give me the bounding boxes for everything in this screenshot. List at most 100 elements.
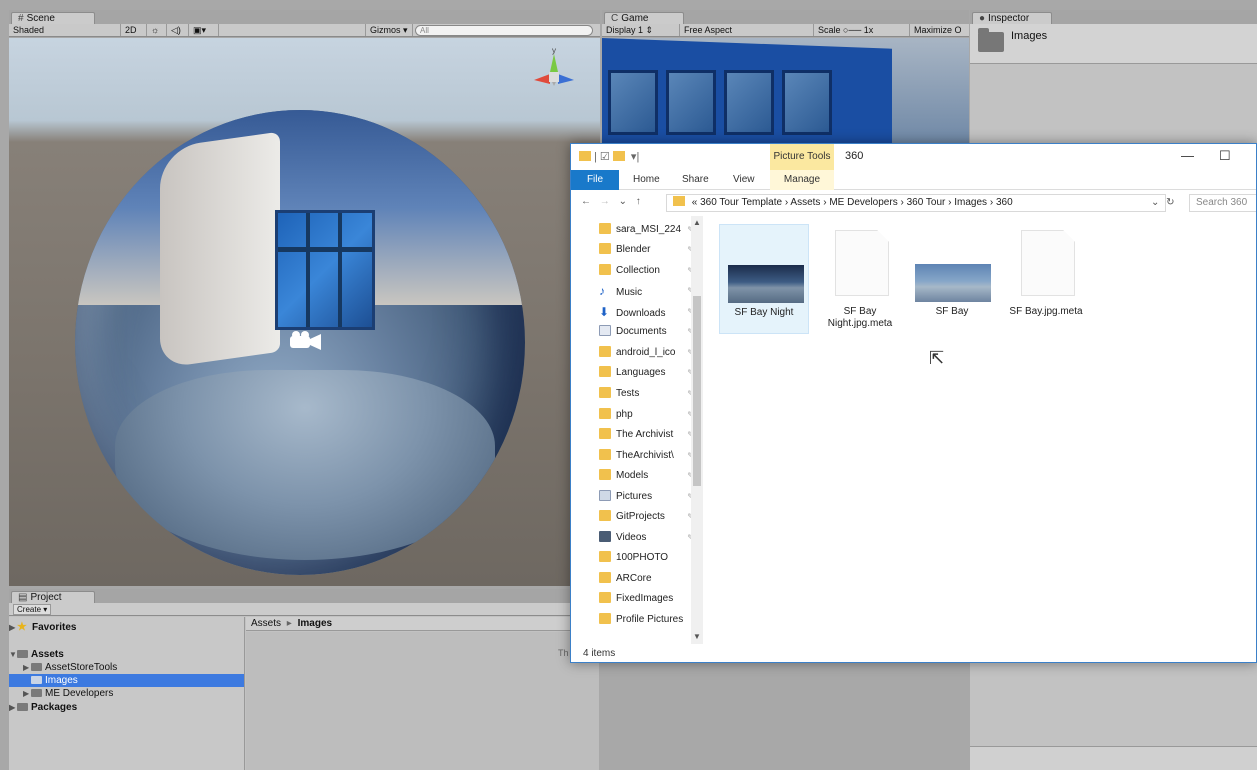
nav-item[interactable]: FixedImages bbox=[599, 589, 694, 609]
mode-2d-button[interactable]: 2D bbox=[121, 24, 147, 36]
nav-item[interactable]: ARCore bbox=[599, 569, 694, 589]
nav-item[interactable]: Documents✎ bbox=[599, 322, 694, 342]
refresh-icon[interactable]: ↻ bbox=[1166, 197, 1174, 208]
properties-icon[interactable]: ☑ bbox=[600, 151, 610, 163]
create-button[interactable]: Create ▾ bbox=[13, 604, 52, 615]
address-part[interactable]: ME Developers bbox=[829, 197, 897, 208]
recent-locations-icon[interactable]: ⌄ bbox=[619, 196, 627, 207]
scroll-thumb[interactable] bbox=[693, 296, 701, 486]
nav-item[interactable]: Models✎ bbox=[599, 466, 694, 486]
address-part[interactable]: 360 Tour Template bbox=[700, 197, 782, 208]
collapse-arrow-icon[interactable]: ▼ bbox=[9, 648, 17, 661]
nav-item[interactable]: ♪Music✎ bbox=[599, 281, 694, 301]
scale-slider[interactable]: Scale ○── 1x bbox=[814, 24, 910, 36]
expand-arrow-icon[interactable]: ▶ bbox=[23, 687, 31, 700]
aspect-label: Free Aspect bbox=[684, 25, 733, 35]
nav-item[interactable]: Profile Pictures bbox=[599, 610, 694, 630]
scene-orientation-gizmo[interactable]: y bbox=[524, 46, 584, 106]
nav-item[interactable]: Videos✎ bbox=[599, 528, 694, 548]
breadcrumb-current[interactable]: Images bbox=[298, 618, 332, 629]
file-item-sf-bay-night[interactable]: SF Bay Night bbox=[719, 224, 809, 334]
ribbon-tab-view[interactable]: View bbox=[733, 170, 755, 190]
qat-dropdown-icon[interactable]: ▾ bbox=[631, 151, 637, 163]
nav-item[interactable]: android_l_ico✎ bbox=[599, 343, 694, 363]
scroll-up-icon[interactable]: ▲ bbox=[693, 218, 701, 227]
expand-arrow-icon[interactable]: ▶ bbox=[9, 621, 17, 634]
address-part[interactable]: Assets bbox=[790, 197, 820, 208]
nav-item[interactable]: Tests✎ bbox=[599, 384, 694, 404]
nav-item[interactable]: TheArchivist\✎ bbox=[599, 446, 694, 466]
quick-access-toolbar[interactable]: | ☑ ▾| bbox=[579, 150, 639, 163]
game-viewport[interactable] bbox=[602, 38, 969, 145]
breadcrumb-root[interactable]: Assets bbox=[251, 618, 281, 629]
nav-item[interactable]: php✎ bbox=[599, 405, 694, 425]
tab-inspector[interactable]: ● Inspector bbox=[972, 12, 1052, 24]
address-part[interactable]: Images bbox=[954, 197, 987, 208]
maximize-label: Maximize O bbox=[914, 25, 962, 35]
tree-item-assetstoretools[interactable]: ▶ AssetStoreTools bbox=[9, 661, 244, 674]
file-item-sf-bay-night-meta[interactable]: SF Bay Night.jpg.meta bbox=[815, 224, 905, 334]
address-part[interactable]: 360 bbox=[996, 197, 1013, 208]
search-input[interactable]: Search 360 bbox=[1189, 194, 1256, 212]
back-icon[interactable]: ← bbox=[581, 196, 591, 207]
nav-item[interactable]: 100PHOTO bbox=[599, 548, 694, 568]
camera-icon[interactable] bbox=[289, 330, 321, 352]
address-bar[interactable]: « 360 Tour Template › Assets › ME Develo… bbox=[666, 194, 1166, 212]
tree-item-me-developers[interactable]: ▶ ME Developers bbox=[9, 687, 244, 700]
display-dropdown[interactable]: Display 1 ⇕ bbox=[602, 24, 680, 36]
up-icon[interactable]: ↑ bbox=[636, 196, 641, 207]
nav-item[interactable]: Languages✎ bbox=[599, 363, 694, 383]
nav-item[interactable]: Collection✎ bbox=[599, 261, 694, 281]
nav-scrollbar[interactable]: ▲ ▼ bbox=[691, 216, 703, 644]
address-overflow[interactable]: « bbox=[692, 197, 698, 208]
file-item-sf-bay-meta[interactable]: SF Bay.jpg.meta bbox=[1001, 224, 1091, 334]
project-breadcrumb: Assets ▸ Images bbox=[246, 617, 599, 631]
project-icon: ▤ bbox=[18, 592, 28, 603]
tree-item-packages[interactable]: ▶ Packages bbox=[9, 701, 244, 714]
scroll-down-icon[interactable]: ▼ bbox=[693, 632, 701, 641]
folder-icon bbox=[599, 613, 611, 624]
address-part[interactable]: 360 Tour bbox=[907, 197, 946, 208]
project-content[interactable]: Th bbox=[246, 632, 599, 770]
folder-icon bbox=[17, 650, 28, 658]
aspect-dropdown[interactable]: Free Aspect bbox=[680, 24, 814, 36]
audio-icon[interactable]: ◁) bbox=[167, 24, 189, 36]
tab-scene[interactable]: # Scene bbox=[11, 12, 95, 24]
image-thumbnail bbox=[728, 265, 804, 303]
pacman-icon: C bbox=[611, 13, 619, 24]
expand-arrow-icon[interactable]: ▶ bbox=[9, 701, 17, 714]
tree-item-assets[interactable]: ▼ Assets bbox=[9, 648, 244, 661]
nav-item[interactable]: Pictures✎ bbox=[599, 487, 694, 507]
tree-item-favorites[interactable]: ▶ ★ Favorites bbox=[9, 621, 244, 634]
status-bar: 4 items bbox=[583, 648, 616, 659]
expand-arrow-icon[interactable]: ▶ bbox=[23, 661, 31, 674]
lighting-icon[interactable]: ☼ bbox=[147, 24, 167, 36]
nav-item[interactable]: sara_MSI_224✎ bbox=[599, 220, 694, 240]
ribbon-tab-home[interactable]: Home bbox=[633, 170, 660, 190]
new-folder-icon[interactable] bbox=[612, 151, 625, 161]
navigation-pane: sara_MSI_224✎ Blender✎ Collection✎ ♪ Musi… bbox=[571, 216, 706, 644]
shading-dropdown[interactable]: Shaded bbox=[9, 24, 121, 36]
tab-game[interactable]: C Game bbox=[604, 12, 684, 24]
sphere-wall bbox=[160, 131, 280, 369]
nav-item[interactable]: GitProjects✎ bbox=[599, 507, 694, 527]
nav-item[interactable]: The Archivist✎ bbox=[599, 425, 694, 445]
minimize-button[interactable]: — bbox=[1181, 148, 1194, 163]
scene-viewport[interactable]: y bbox=[9, 38, 600, 586]
nav-item[interactable]: ⬇Downloads✎ bbox=[599, 302, 694, 322]
scene-search-input[interactable]: All bbox=[415, 25, 593, 36]
ribbon-tab-file[interactable]: File bbox=[571, 170, 619, 190]
ribbon-tab-share[interactable]: Share bbox=[682, 170, 709, 190]
nav-item[interactable]: Blender✎ bbox=[599, 240, 694, 260]
address-dropdown-icon[interactable]: ⌄ bbox=[1151, 197, 1159, 208]
folder-icon bbox=[599, 592, 611, 603]
effects-icon[interactable]: ▣▾ bbox=[189, 24, 219, 36]
gizmos-dropdown[interactable]: Gizmos ▾ bbox=[365, 24, 413, 36]
tree-item-images[interactable]: Images bbox=[9, 674, 244, 687]
ribbon-tab-manage[interactable]: Manage bbox=[770, 170, 834, 190]
file-item-sf-bay[interactable]: SF Bay bbox=[907, 224, 997, 334]
maximize-toggle[interactable]: Maximize O bbox=[910, 24, 969, 36]
forward-icon[interactable]: → bbox=[600, 196, 610, 207]
tab-project[interactable]: ▤ Project bbox=[11, 591, 95, 603]
maximize-button[interactable]: ☐ bbox=[1219, 148, 1231, 164]
